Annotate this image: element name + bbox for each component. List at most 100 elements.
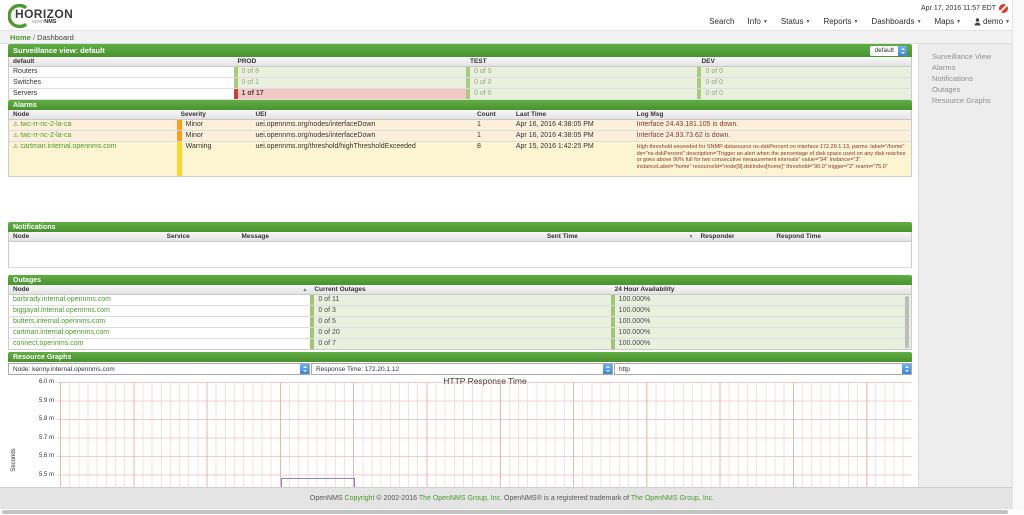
breadcrumb-home-link[interactable]: Home bbox=[10, 33, 31, 42]
outage-availability-cell: 100.000% bbox=[611, 317, 911, 327]
outages-col-current[interactable]: Current Outages bbox=[310, 285, 610, 294]
alarms-col-lasttime[interactable]: Last Time bbox=[512, 110, 633, 119]
table-row: Routers 0 of 8 0 of 0 0 of 0 bbox=[8, 67, 912, 78]
outages-col-node[interactable]: Node▲ bbox=[9, 285, 310, 294]
sidebar-item-surveillance-view[interactable]: Surveillance View bbox=[919, 51, 1012, 62]
notifications-col-message[interactable]: Message bbox=[238, 232, 543, 241]
sidebar-item-outages[interactable]: Outages bbox=[919, 84, 1012, 95]
outage-node-link[interactable]: biggayal.internal.opennms.com bbox=[13, 307, 110, 314]
resource-node-select[interactable]: Node: kenny.internal.opennms.com bbox=[8, 363, 310, 375]
y-tick-label: 6.0 m bbox=[28, 379, 54, 385]
status-bar bbox=[310, 339, 314, 349]
chevron-down-icon: ▼ bbox=[763, 19, 768, 25]
footer-group-link[interactable]: The OpenNMS Group, Inc. bbox=[631, 495, 714, 502]
footer-group-link[interactable]: The OpenNMS Group, Inc. bbox=[419, 495, 502, 502]
surveillance-col-test[interactable]: TEST bbox=[466, 57, 697, 66]
surveillance-cell[interactable]: 0 of 0 bbox=[697, 78, 911, 88]
menu-search[interactable]: Search bbox=[709, 17, 734, 26]
menu-maps[interactable]: Maps▼ bbox=[935, 17, 962, 26]
notifications-col-node[interactable]: Node bbox=[9, 232, 163, 241]
surveillance-col-default[interactable]: default bbox=[9, 57, 234, 66]
y-tick-label: 5.9 m bbox=[28, 398, 54, 404]
warning-triangle-icon: ⚠ bbox=[13, 122, 18, 128]
notifications-table-header: Node Service Message Sent Time▼ Responde… bbox=[8, 232, 912, 242]
alarm-node-link[interactable]: cartman.internal.opennms.com bbox=[20, 143, 116, 150]
alarms-col-logmsg[interactable]: Log Msg bbox=[633, 110, 911, 119]
surveillance-view-select[interactable]: default bbox=[870, 46, 907, 56]
header-datetime-area: Apr 17, 2016 11:57 EDT bbox=[921, 4, 1008, 13]
outages-col-availability[interactable]: 24 Hour Availability bbox=[611, 285, 911, 294]
footer-text: © 2002-2016 bbox=[374, 495, 418, 502]
resource-graph-select-value: http bbox=[615, 364, 902, 374]
surveillance-cell[interactable]: 0 of 8 bbox=[234, 67, 466, 77]
notifications-col-responder[interactable]: Responder bbox=[696, 232, 772, 241]
vertical-scrollbar[interactable] bbox=[1012, 0, 1024, 509]
sidebar-item-notifications[interactable]: Notifications bbox=[919, 73, 1012, 84]
outage-availability-cell: 100.000% bbox=[611, 306, 911, 316]
surveillance-panel-header: Surveillance view: default default bbox=[8, 44, 912, 57]
alarms-col-uei[interactable]: UEI bbox=[251, 110, 473, 119]
alarms-col-severity[interactable]: Severity bbox=[177, 110, 252, 119]
alarm-uei-cell: uei.opennms.org/nodes/interfaceDown bbox=[251, 131, 473, 141]
surveillance-panel-title: Surveillance view: default bbox=[13, 46, 105, 55]
alarm-node-cell: ⚠twc-rr-nc-2-la-ca bbox=[9, 120, 177, 130]
y-tick-label: 5.7 m bbox=[28, 435, 54, 441]
sort-asc-icon: ▲ bbox=[302, 287, 307, 293]
alarm-logmsg-cell: Interface 24.43.181.105 is down. bbox=[633, 120, 911, 130]
outage-node-cell: barbrady.internal.opennms.com bbox=[9, 295, 310, 305]
surveillance-cell[interactable]: 0 of 1 bbox=[234, 78, 466, 88]
menu-reports[interactable]: Reports▼ bbox=[823, 17, 858, 26]
surveillance-cell-critical[interactable]: 1 of 17 bbox=[234, 89, 466, 99]
resource-type-select[interactable]: Response Time: 172.20.1.12 bbox=[311, 363, 613, 375]
notifications-col-senttime[interactable]: Sent Time▼ bbox=[543, 232, 697, 241]
alarm-node-link[interactable]: twc-rr-nc-2-la-ca bbox=[20, 132, 71, 139]
surveillance-cell[interactable]: 0 of 0 bbox=[466, 78, 697, 88]
severity-color-bar bbox=[177, 131, 182, 141]
notifications-col-service[interactable]: Service bbox=[163, 232, 238, 241]
resource-graphs-panel-header: Resource Graphs bbox=[8, 352, 912, 362]
resource-node-select-value: Node: kenny.internal.opennms.com bbox=[9, 364, 300, 374]
chart-line-segment bbox=[281, 478, 355, 479]
menu-info[interactable]: Info▼ bbox=[748, 17, 768, 26]
chevron-down-icon: ▼ bbox=[806, 19, 811, 25]
status-bar bbox=[611, 339, 615, 349]
outage-node-link[interactable]: cartman.internal.opennms.com bbox=[13, 329, 109, 336]
chart-line-segment bbox=[354, 478, 355, 487]
logo-subtitle: openNMS bbox=[32, 19, 56, 25]
alarms-col-node[interactable]: Node bbox=[9, 110, 177, 119]
resource-graph-select[interactable]: http bbox=[614, 363, 912, 375]
outages-scrollbar[interactable] bbox=[905, 296, 909, 348]
notice-status-icon[interactable] bbox=[999, 4, 1008, 13]
severity-color-bar bbox=[177, 120, 182, 130]
surveillance-row-label[interactable]: Switches bbox=[9, 78, 234, 88]
menu-dashboards[interactable]: Dashboards▼ bbox=[871, 17, 921, 26]
sidebar-item-alarms[interactable]: Alarms bbox=[919, 62, 1012, 73]
alarms-col-count[interactable]: Count bbox=[473, 110, 512, 119]
sidebar-item-resource-graphs[interactable]: Resource Graphs bbox=[919, 95, 1012, 106]
footer-copyright-link[interactable]: Copyright bbox=[345, 495, 375, 502]
opennms-horizon-logo[interactable]: HORIZON openNMS bbox=[8, 3, 78, 29]
surveillance-col-prod[interactable]: PROD bbox=[234, 57, 466, 66]
breadcrumb: Home / Dashboard bbox=[0, 30, 1024, 44]
surveillance-cell[interactable]: 0 of 0 bbox=[466, 89, 697, 99]
menu-user[interactable]: demo▼ bbox=[974, 17, 1010, 26]
surveillance-row-label[interactable]: Routers bbox=[9, 67, 234, 77]
notifications-col-respondtime[interactable]: Respond Time bbox=[772, 232, 911, 241]
surveillance-cell[interactable]: 0 of 0 bbox=[697, 67, 911, 77]
outage-node-link[interactable]: butters.internal.opennms.com bbox=[13, 318, 105, 325]
y-tick-label: 5.5 m bbox=[28, 472, 54, 478]
menu-status[interactable]: Status▼ bbox=[781, 17, 811, 26]
outage-availability-cell: 100.000% bbox=[611, 295, 911, 305]
alarm-severity-cell: Minor bbox=[177, 120, 252, 130]
surveillance-cell[interactable]: 0 of 0 bbox=[697, 89, 911, 99]
horizontal-scrollbar-thumb[interactable] bbox=[2, 510, 1008, 514]
outage-node-link[interactable]: connect.opennms.com bbox=[13, 340, 83, 347]
surveillance-cell[interactable]: 0 of 0 bbox=[466, 67, 697, 77]
select-arrows-icon bbox=[300, 364, 309, 374]
outage-node-link[interactable]: barbrady.internal.opennms.com bbox=[13, 296, 111, 303]
alarm-node-link[interactable]: twc-rr-nc-2-la-ca bbox=[20, 121, 71, 128]
table-row: Switches 0 of 1 0 of 0 0 of 0 bbox=[8, 78, 912, 89]
surveillance-col-dev[interactable]: DEV bbox=[697, 57, 911, 66]
surveillance-row-label[interactable]: Servers bbox=[9, 89, 234, 99]
y-tick-label: 5.6 m bbox=[28, 453, 54, 459]
